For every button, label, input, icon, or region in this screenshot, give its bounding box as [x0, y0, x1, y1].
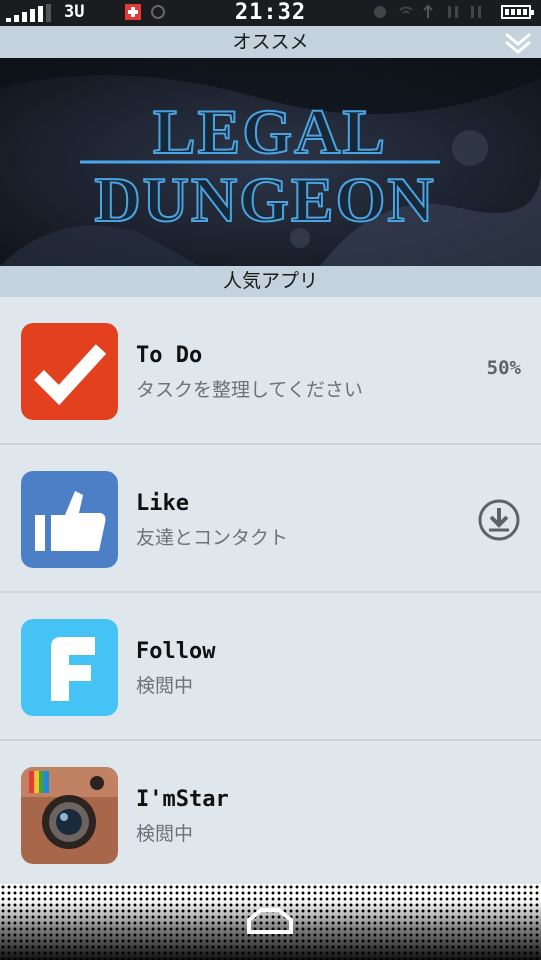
app-description: 友達とコンタクト [136, 527, 289, 549]
network-icon [423, 4, 433, 18]
todo-app-icon [21, 323, 118, 420]
wifi-icon [399, 6, 413, 14]
list-item[interactable]: Like 友達とコンタクト [0, 445, 541, 593]
list-item[interactable]: To Do タスクを整理してください 50% [0, 297, 541, 445]
list-item[interactable]: I'mStar 検閲中 [0, 741, 541, 889]
alarm-icon [374, 6, 386, 18]
app-list: To Do タスクを整理してください 50% Like 友達とコンタクト Fol… [0, 297, 541, 889]
banner-image: LEGAL DUNGEON [0, 58, 541, 266]
app-name: To Do [136, 343, 203, 368]
page-title: オススメ [232, 31, 309, 53]
app-name: I'mStar [136, 787, 229, 812]
download-progress: 50% [486, 357, 521, 379]
follow-app-icon [21, 619, 118, 716]
camera-app-icon [21, 767, 118, 864]
popular-section-header: 人気アプリ [0, 266, 541, 297]
chevron-down-icon[interactable] [503, 28, 533, 58]
app-name: Follow [136, 639, 216, 664]
battery-icon [501, 5, 534, 19]
app-description: タスクを整理してください [136, 379, 363, 401]
sync-icon [448, 6, 458, 18]
app-description: 検閲中 [136, 823, 194, 845]
featured-banner[interactable]: LEGAL DUNGEON [0, 58, 541, 266]
bottom-bar [0, 884, 541, 960]
app-description: 検閲中 [136, 675, 194, 697]
list-item[interactable]: Follow 検閲中 [0, 593, 541, 741]
home-icon[interactable] [243, 902, 297, 938]
status-bar: 3U 21:32 [0, 0, 541, 26]
banner-title-line1: LEGAL [153, 96, 387, 167]
download-icon[interactable] [477, 498, 521, 542]
popular-title: 人気アプリ [222, 270, 318, 292]
app-name: Like [136, 491, 189, 516]
data-icon [471, 6, 481, 18]
like-app-icon [21, 471, 118, 568]
header-bar: オススメ [0, 26, 541, 58]
banner-title-line2: DUNGEON [94, 164, 435, 235]
